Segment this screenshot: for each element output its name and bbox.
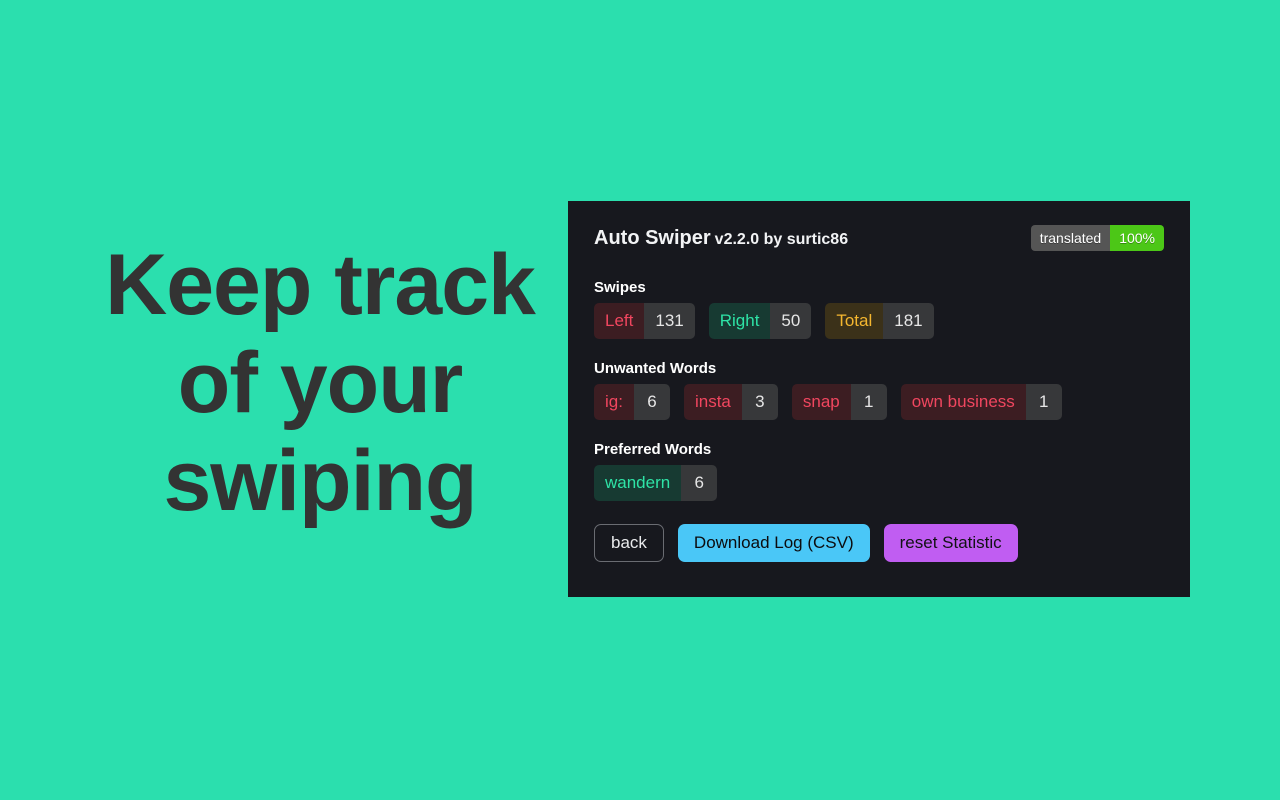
stat-chip-value: 181 bbox=[883, 303, 934, 339]
stat-chip-key: insta bbox=[683, 384, 742, 420]
page-headline: Keep track of your swiping bbox=[0, 236, 640, 530]
stat-chip-key: Left bbox=[594, 303, 645, 339]
headline-line-3: swiping bbox=[163, 433, 477, 529]
download-log-csv-button[interactable]: Download Log (CSV) bbox=[677, 524, 870, 562]
reset-statistic-button[interactable]: reset Statistic bbox=[883, 524, 1018, 562]
stat-chip-value: 1 bbox=[1025, 384, 1062, 420]
stats-sections: Swipes Left 131 Right 50 Total 181 Unwanted Wor… bbox=[594, 279, 1164, 501]
translated-badge-label: translated bbox=[1030, 225, 1111, 251]
back-button[interactable]: back bbox=[594, 524, 664, 562]
stat-chip: snap 1 bbox=[791, 384, 887, 420]
stat-chip-value: 6 bbox=[633, 384, 670, 420]
stat-chip: wandern 6 bbox=[594, 465, 718, 501]
stat-chip-key: Total bbox=[825, 303, 884, 339]
stat-chip: ig: 6 bbox=[594, 384, 670, 420]
stat-chip: insta 3 bbox=[683, 384, 778, 420]
headline-line-1: Keep track bbox=[105, 237, 536, 333]
action-button-row: back Download Log (CSV) reset Statistic bbox=[594, 524, 1164, 562]
stat-chip-value: 50 bbox=[770, 303, 812, 339]
stat-chip-value: 6 bbox=[681, 465, 718, 501]
translated-status-badge: translated 100% bbox=[1030, 225, 1164, 251]
stat-chip-value: 3 bbox=[741, 384, 778, 420]
translated-badge-value: 100% bbox=[1110, 225, 1164, 251]
stat-chip-value: 131 bbox=[644, 303, 695, 339]
section-label: Swipes bbox=[594, 279, 646, 296]
app-name: Auto Swiper bbox=[594, 226, 711, 249]
app-title: Auto Swiper v2.2.0 by surtic86 bbox=[594, 227, 848, 250]
stat-chip-value: 1 bbox=[850, 384, 887, 420]
stat-chip-key: snap bbox=[791, 384, 851, 420]
stat-chip: Left 131 bbox=[594, 303, 695, 339]
auto-swiper-panel: Auto Swiper v2.2.0 by surtic86 translated… bbox=[568, 201, 1190, 597]
stat-chip-key: own business bbox=[900, 384, 1026, 420]
stat-chip-key: Right bbox=[708, 303, 771, 339]
panel-header: Auto Swiper v2.2.0 by surtic86 translated… bbox=[594, 223, 1164, 253]
app-version-author: v2.2.0 by surtic86 bbox=[714, 230, 849, 248]
section-label: Preferred Words bbox=[594, 441, 712, 458]
chip-row: Left 131 Right 50 Total 181 bbox=[594, 303, 1164, 339]
chip-row: ig: 6 insta 3 snap 1 own business 1 bbox=[594, 384, 1164, 420]
section-label: Unwanted Words bbox=[594, 360, 717, 377]
stat-chip: Right 50 bbox=[708, 303, 812, 339]
stat-chip-key: wandern bbox=[594, 465, 682, 501]
stat-chip: own business 1 bbox=[900, 384, 1062, 420]
chip-row: wandern 6 bbox=[594, 465, 1164, 501]
stat-chip: Total 181 bbox=[825, 303, 934, 339]
headline-line-2: of your bbox=[177, 335, 463, 431]
stat-chip-key: ig: bbox=[594, 384, 634, 420]
